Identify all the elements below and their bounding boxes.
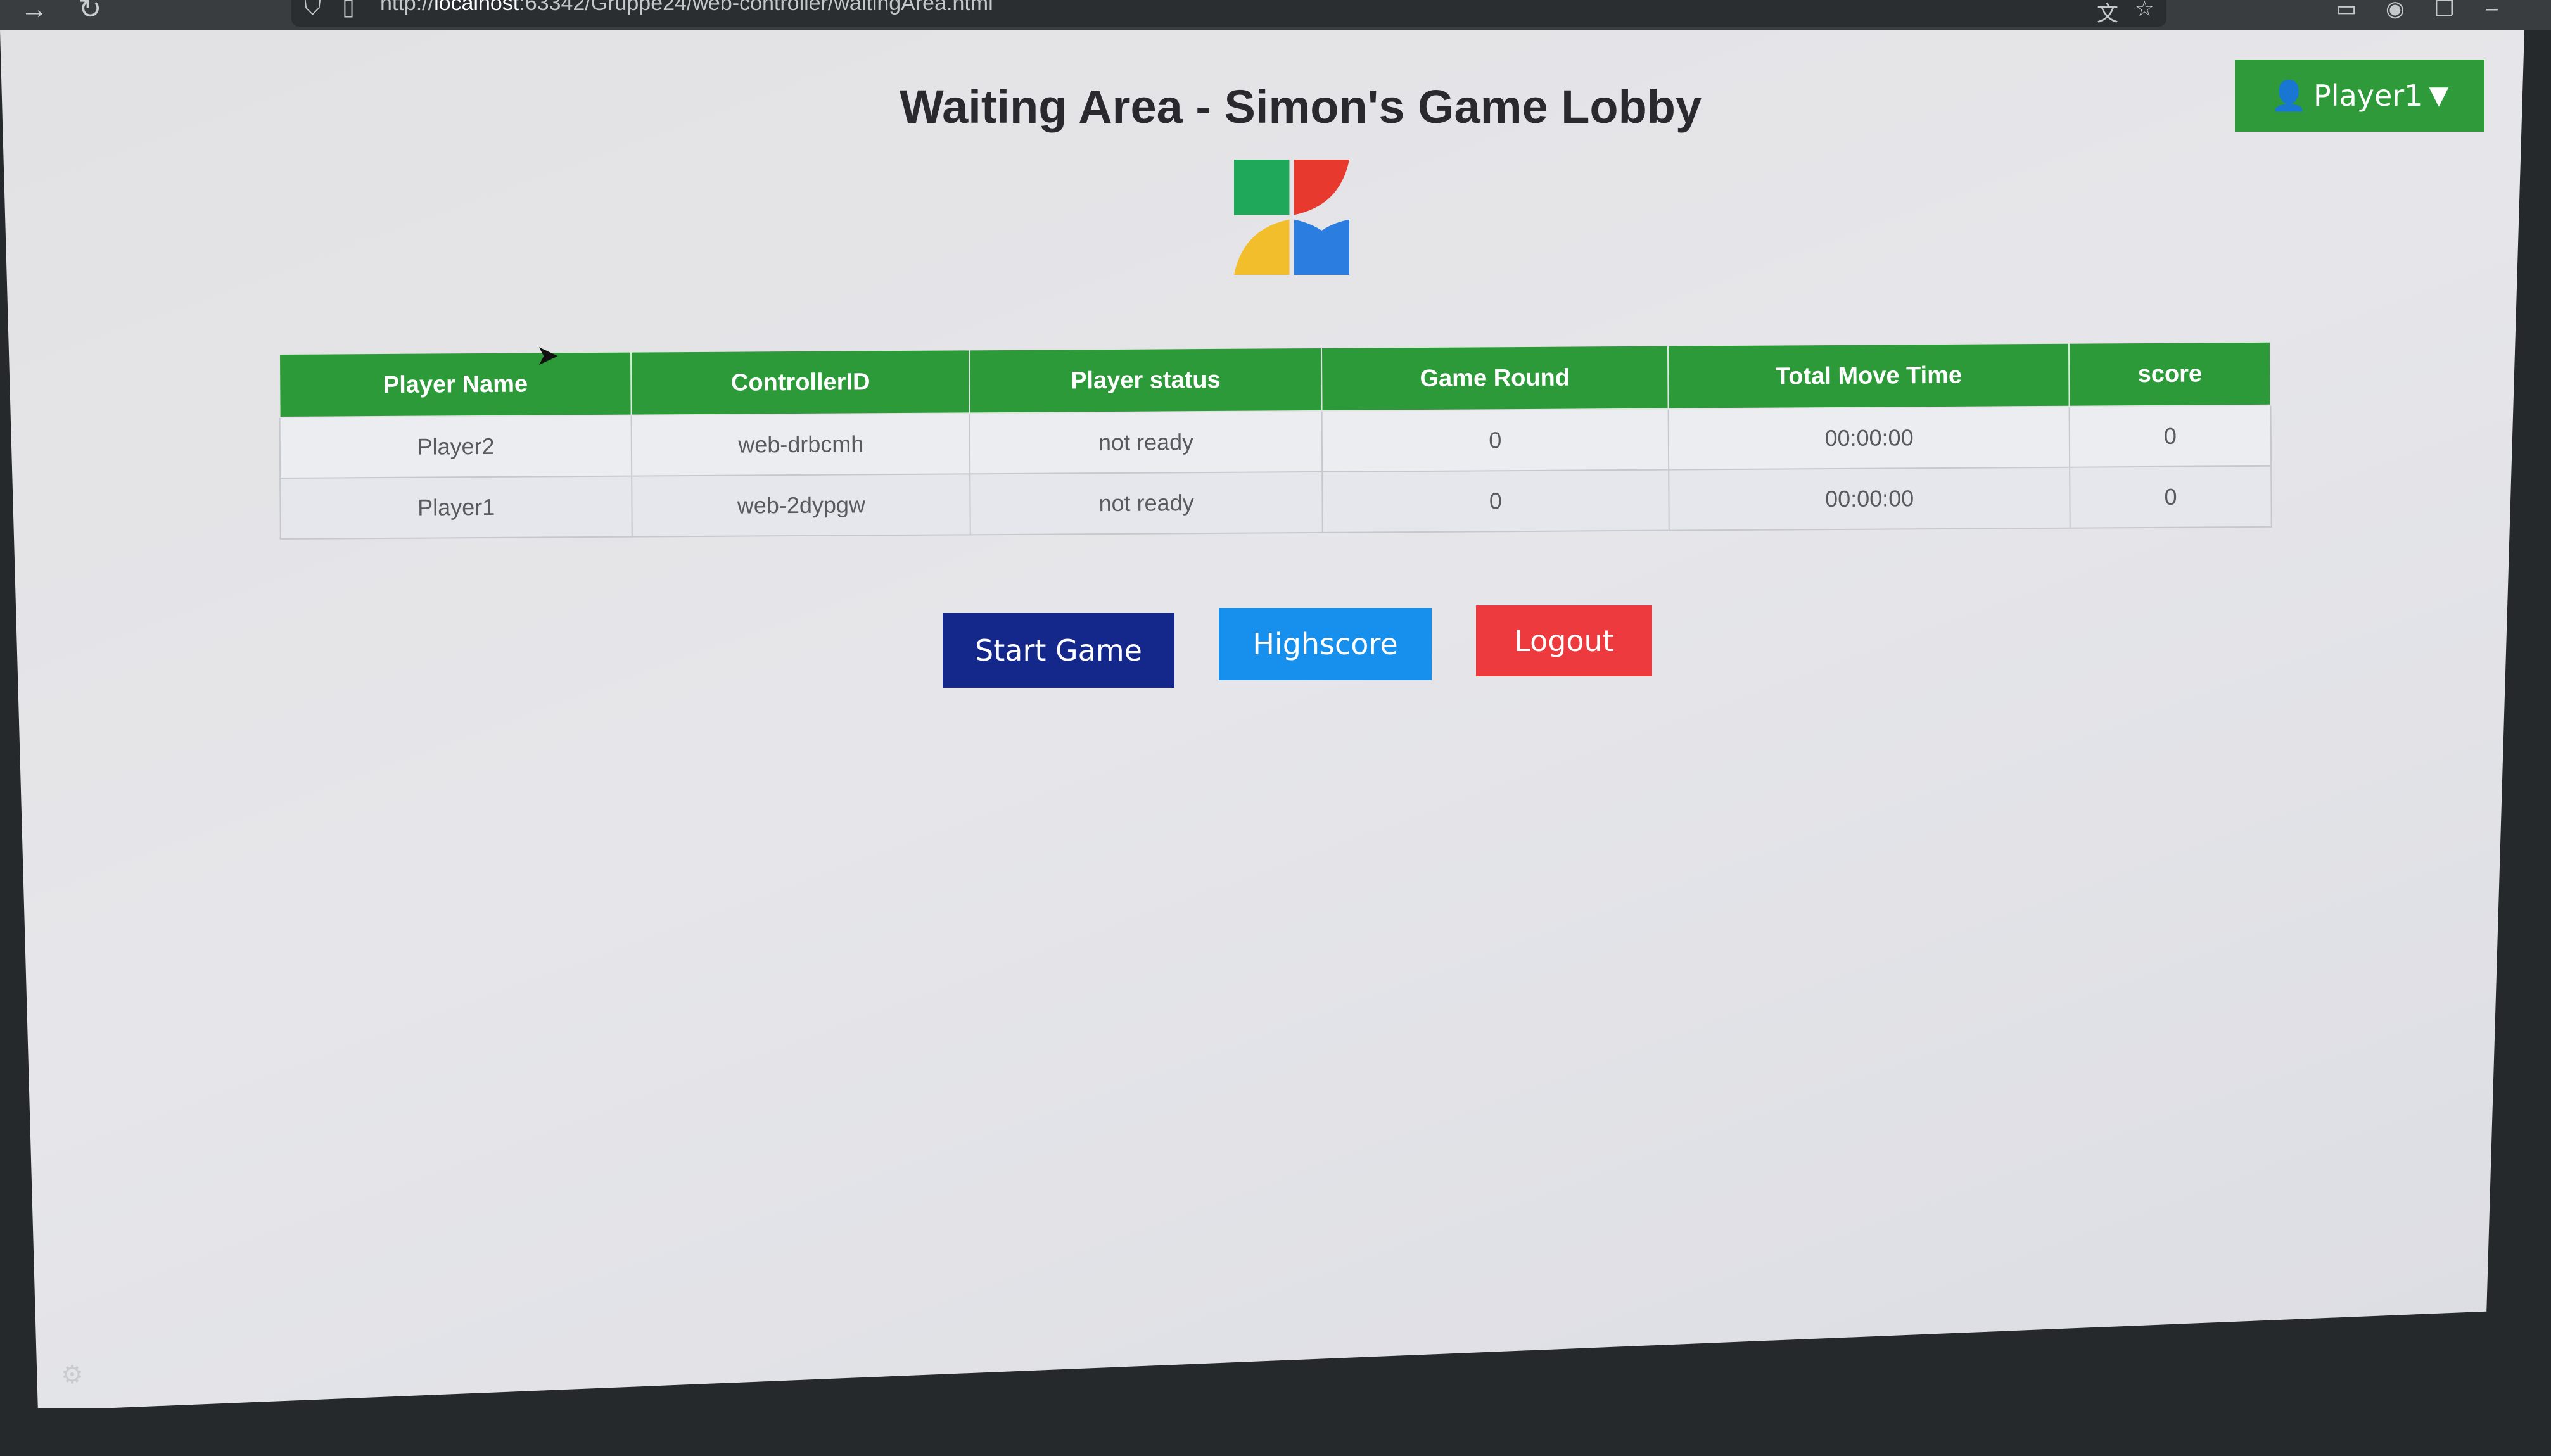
shield-icon[interactable]: ⛉: [304, 0, 321, 21]
mouse-cursor-icon: ➤: [536, 340, 559, 371]
cell-game-round: 0: [1321, 469, 1669, 533]
column-header-game-round[interactable]: Game Round: [1321, 345, 1669, 411]
url-prefix: http://: [380, 0, 435, 15]
user-menu-button[interactable]: 👤 Player1 ▼: [2235, 60, 2484, 132]
table-row: Player1 web-2dypgw not ready 0 00:00:00 …: [280, 465, 2272, 539]
start-game-button[interactable]: Start Game: [943, 613, 1174, 688]
cell-game-round: 0: [1321, 408, 1669, 472]
url-host: localhost: [434, 0, 519, 15]
cell-score: 0: [2069, 405, 2272, 467]
url-text[interactable]: http://localhost:63342/Gruppe24/web-cont…: [380, 0, 993, 16]
logout-button[interactable]: Logout: [1476, 605, 1652, 676]
browser-toolbar: → ↻ ⛉ ▯ http://localhost:63342/Gruppe24/…: [0, 0, 2551, 30]
highscore-button[interactable]: Highscore: [1219, 608, 1432, 680]
column-header-total-move-time[interactable]: Total Move Time: [1668, 343, 2070, 409]
page-title: Waiting Area - Simon's Game Lobby: [900, 80, 1702, 133]
window-restore-icon[interactable]: ❐: [2435, 0, 2454, 22]
forward-arrow-icon[interactable]: →: [15, 0, 53, 28]
reload-icon[interactable]: ↻: [71, 0, 109, 28]
web-page: Waiting Area - Simon's Game Lobby 👤 Play…: [0, 30, 2524, 1408]
table-header-row: Player Name ControllerID Player status G…: [279, 341, 2271, 417]
user-icon: 👤: [2270, 78, 2308, 113]
extensions-icon[interactable]: ▭: [2336, 0, 2357, 22]
cell-player-status: not ready: [970, 471, 1323, 535]
bookmark-icon[interactable]: ☆: [2135, 0, 2154, 22]
address-bar[interactable]: ⛉ ▯ http://localhost:63342/Gruppe24/web-…: [291, 0, 2166, 27]
players-table: Player Name ControllerID Player status G…: [279, 341, 2272, 540]
cell-total-move-time: 00:00:00: [1669, 467, 2070, 531]
gear-icon[interactable]: ⚙: [61, 1360, 84, 1390]
cell-controller-id: web-2dypgw: [632, 474, 971, 537]
column-header-controller-id[interactable]: ControllerID: [631, 350, 970, 415]
cell-player-status: not ready: [970, 410, 1322, 474]
translate-icon[interactable]: 文: [2097, 0, 2118, 27]
page-icon: ▯: [342, 0, 355, 20]
column-header-score[interactable]: score: [2069, 341, 2271, 407]
cell-player-name: Player1: [280, 476, 633, 539]
caret-down-icon: ▼: [2429, 81, 2449, 110]
cell-player-name: Player2: [279, 415, 632, 478]
account-icon[interactable]: ◉: [2386, 0, 2405, 22]
column-header-player-status[interactable]: Player status: [969, 347, 1322, 414]
cell-controller-id: web-drbcmh: [631, 413, 970, 476]
column-header-player-name[interactable]: Player Name: [279, 351, 632, 417]
user-menu-label: Player1: [2313, 79, 2423, 113]
cell-score: 0: [2070, 465, 2272, 528]
window-minimize-icon[interactable]: –: [2486, 0, 2498, 21]
cell-total-move-time: 00:00:00: [1668, 406, 2070, 470]
url-path: :63342/Gruppe24/web-controller/waitingAr…: [519, 0, 993, 15]
pinwheel-logo-icon: [1234, 160, 1349, 275]
